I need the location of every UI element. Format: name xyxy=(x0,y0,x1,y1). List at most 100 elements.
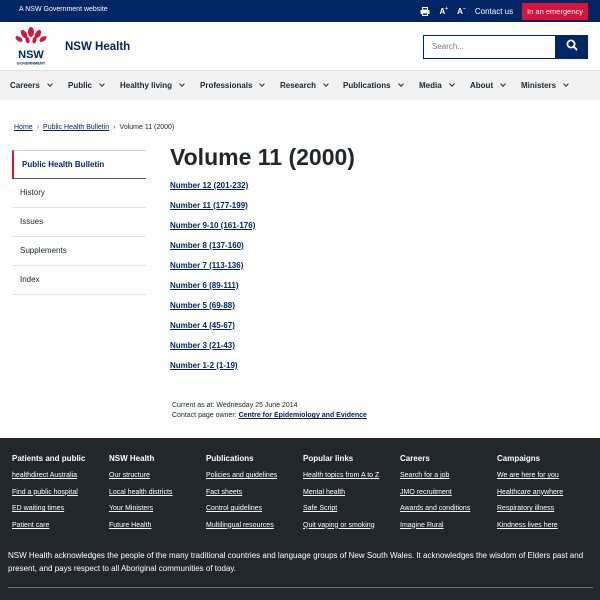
nsw-government-logo[interactable]: NSW GOVERNMENT xyxy=(13,26,49,66)
issue-link[interactable]: Number 5 (69-88) xyxy=(170,300,255,320)
chevron-down-icon xyxy=(500,81,506,87)
footer-link[interactable]: Quit vaping or smoking xyxy=(303,522,398,539)
decrease-text-button[interactable]: A − xyxy=(457,6,466,16)
nav-item-careers[interactable]: Careers xyxy=(10,81,53,90)
footer-link[interactable]: Awards and conditions xyxy=(400,505,495,522)
footer-column-nsw-health: NSW Health Our structure Local health di… xyxy=(109,454,204,538)
footer-heading: Publications xyxy=(206,454,254,463)
search-icon xyxy=(566,38,578,56)
site-header: NSW GOVERNMENT NSW Health Search... xyxy=(0,22,600,70)
breadcrumb-public-health-bulletin[interactable]: Public Health Bulletin xyxy=(43,124,109,131)
footer-link[interactable]: Patient care xyxy=(12,522,107,539)
contact-us-link[interactable]: Contact us xyxy=(475,7,513,16)
nav-item-publications[interactable]: Publications xyxy=(343,81,404,90)
nav-item-ministers[interactable]: Ministers xyxy=(521,81,569,90)
footer-link[interactable]: We are here for you xyxy=(497,472,592,489)
search-input[interactable]: Search... xyxy=(423,35,556,59)
nav-item-healthy-living[interactable]: Healthy living xyxy=(120,81,185,90)
nav-item-media[interactable]: Media xyxy=(419,81,455,90)
svg-text:GOVERNMENT: GOVERNMENT xyxy=(17,61,46,66)
footer-link[interactable]: Mental health xyxy=(303,489,398,506)
issue-link[interactable]: Number 6 (89-111) xyxy=(170,280,255,300)
nav-item-professionals[interactable]: Professionals xyxy=(200,81,266,90)
footer-link[interactable]: Search for a job xyxy=(400,472,495,489)
footer-link[interactable]: Find a public hospital xyxy=(12,489,107,506)
footer-divider xyxy=(8,587,593,588)
footer-link[interactable]: Imagine Rural xyxy=(400,522,495,539)
issue-link[interactable]: Number 9-10 (161-176) xyxy=(170,220,255,240)
page-meta: Current as at: Wednesday 25 June 2014 Co… xyxy=(172,401,367,421)
issue-link[interactable]: Number 3 (21-43) xyxy=(170,340,255,360)
footer-link[interactable]: Kindness lives here xyxy=(497,522,592,539)
issue-link[interactable]: Number 8 (137-160) xyxy=(170,240,255,260)
side-navigation: Public Health Bulletin History Issues Su… xyxy=(12,150,146,295)
footer-heading: Patients and public xyxy=(12,454,86,463)
chevron-down-icon xyxy=(563,81,569,87)
chevron-down-icon xyxy=(99,81,105,87)
utility-tools: A + A − Contact us In an emergency xyxy=(420,2,588,20)
nav-item-about[interactable]: About xyxy=(470,81,506,90)
search-button[interactable] xyxy=(555,35,588,59)
chevron-right-icon: › xyxy=(36,124,40,131)
footer-link[interactable]: Health topics from A to Z xyxy=(303,472,398,489)
sidenav-item-history[interactable]: History xyxy=(12,179,146,208)
page-title: Volume 11 (2000) xyxy=(170,144,355,170)
footer-column-publications: Publications Policies and guidelines Fac… xyxy=(206,454,301,538)
footer-link[interactable]: Your Ministers xyxy=(109,505,204,522)
chevron-down-icon xyxy=(448,81,455,87)
gov-website-text: A NSW Government website xyxy=(19,6,108,13)
nav-item-research[interactable]: Research xyxy=(280,81,329,90)
issue-link[interactable]: Number 11 (177-199) xyxy=(170,200,255,220)
issue-links-list: Number 12 (201-232) Number 11 (177-199) … xyxy=(170,180,255,380)
sidenav-item-public-health-bulletin[interactable]: Public Health Bulletin xyxy=(12,150,146,179)
nav-item-public[interactable]: Public xyxy=(68,81,105,90)
acknowledgement-of-country: NSW Health acknowledges the people of th… xyxy=(8,551,584,573)
footer-link[interactable]: Safe Script xyxy=(303,505,398,522)
chevron-right-icon: › xyxy=(113,124,116,131)
footer-link[interactable]: Policies and guidelines xyxy=(206,472,301,489)
footer-link[interactable]: Fact sheets xyxy=(206,489,301,506)
gov-bar: A NSW Government website A + A − Contact u… xyxy=(0,0,600,22)
footer-link[interactable]: Healthcare anywhere xyxy=(497,489,592,506)
footer-link[interactable]: Local health districts xyxy=(109,489,204,506)
footer-column-patients: Patients and public healthdirect Austral… xyxy=(12,454,107,538)
footer-link[interactable]: Our structure xyxy=(109,472,204,489)
sidenav-item-issues[interactable]: Issues xyxy=(12,208,146,237)
increase-text-button[interactable]: A + xyxy=(439,6,448,16)
breadcrumb-home[interactable]: Home xyxy=(14,124,33,131)
issue-link[interactable]: Number 7 (113-136) xyxy=(170,260,255,280)
issue-link[interactable]: Number 12 (201-232) xyxy=(170,180,255,200)
sidenav-item-index[interactable]: Index xyxy=(12,266,146,295)
sidenav-item-supplements[interactable]: Supplements xyxy=(12,237,146,266)
footer-link[interactable]: Future Health xyxy=(109,522,204,539)
chevron-down-icon xyxy=(397,81,404,87)
footer-link[interactable]: Control guidelines xyxy=(206,505,301,522)
site-title[interactable]: NSW Health xyxy=(65,41,130,53)
contact-owner-link[interactable]: Centre for Epidemiology and Evidence xyxy=(239,412,367,419)
svg-text:NSW: NSW xyxy=(18,49,44,61)
main-navigation: Careers Public Healthy living Profession… xyxy=(0,70,600,100)
footer-link[interactable]: JMO recruitment xyxy=(400,489,495,506)
footer-link[interactable]: Respiratory illness xyxy=(497,505,592,522)
footer-link[interactable]: ED waiting times xyxy=(12,505,107,522)
emergency-button[interactable]: In an emergency xyxy=(522,2,588,20)
chevron-down-icon xyxy=(259,81,266,87)
footer-heading: Careers xyxy=(400,454,430,463)
footer-column-campaigns: Campaigns We are here for you Healthcare… xyxy=(497,454,592,538)
footer-heading: Popular links xyxy=(303,454,354,463)
issue-link[interactable]: Number 1-2 (1-19) xyxy=(170,360,255,380)
issue-link[interactable]: Number 4 (45-67) xyxy=(170,320,255,340)
breadcrumb-current: Volume 11 (2000) xyxy=(119,124,175,131)
footer-column-popular-links: Popular links Health topics from A to Z … xyxy=(303,454,398,538)
chevron-down-icon xyxy=(323,81,329,87)
print-icon[interactable] xyxy=(420,6,430,16)
footer-link[interactable]: healthdirect Australia xyxy=(12,472,107,489)
current-as-at: Current as at: Wednesday 25 June 2014 xyxy=(172,402,298,409)
footer-link[interactable]: Multilingual resources xyxy=(206,522,301,539)
footer-column-careers: Careers Search for a job JMO recruitment… xyxy=(400,454,495,538)
site-footer: Patients and public healthdirect Austral… xyxy=(0,438,600,600)
footer-heading: NSW Health xyxy=(109,454,155,463)
contact-owner-label: Contact page owner: xyxy=(172,412,237,419)
footer-heading: Campaigns xyxy=(497,454,541,463)
breadcrumb: Home › Public Health Bulletin › Volume 1… xyxy=(14,124,174,131)
